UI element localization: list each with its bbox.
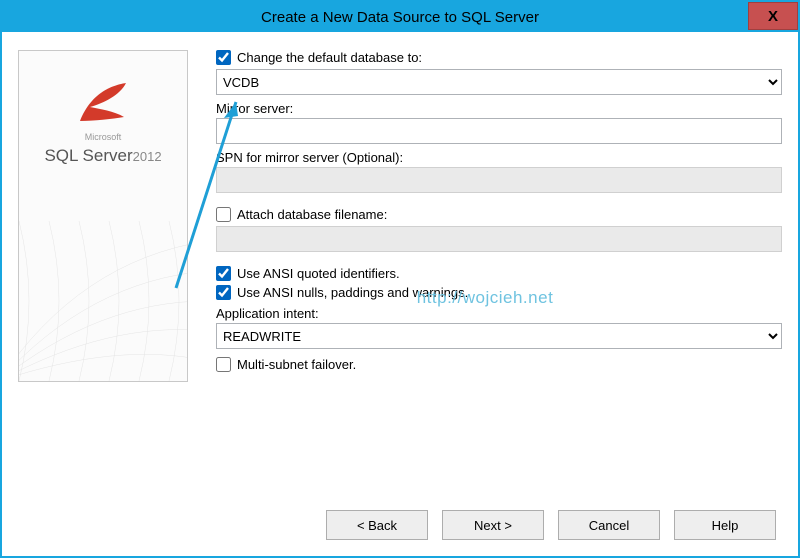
database-select[interactable]: VCDB [216, 69, 782, 95]
help-button[interactable]: Help [674, 510, 776, 540]
window-title: Create a New Data Source to SQL Server [261, 9, 539, 26]
ansi-nulls-label: Use ANSI nulls, paddings and warnings. [237, 285, 468, 300]
ansi-nulls-row: Use ANSI nulls, paddings and warnings. [216, 285, 782, 300]
multi-subnet-checkbox[interactable] [216, 357, 231, 372]
close-button[interactable]: X [748, 2, 798, 30]
app-intent-select[interactable]: READWRITE [216, 323, 782, 349]
close-icon: X [768, 8, 778, 25]
change-db-checkbox[interactable] [216, 50, 231, 65]
sidebar-branding: Microsoft SQL Server2012 [18, 50, 188, 382]
spn-input [216, 167, 782, 193]
ansi-quoted-label: Use ANSI quoted identifiers. [237, 266, 400, 281]
multi-subnet-label: Multi-subnet failover. [237, 357, 356, 372]
dialog-window: Create a New Data Source to SQL Server X… [0, 0, 800, 558]
dialog-body: Microsoft SQL Server2012 Change the defa… [2, 32, 798, 472]
titlebar: Create a New Data Source to SQL Server X [2, 2, 798, 32]
mirror-label: Mirror server: [216, 101, 782, 116]
sql-server-logo: Microsoft SQL Server2012 [19, 81, 187, 166]
attach-row: Attach database filename: [216, 207, 782, 222]
change-db-label: Change the default database to: [237, 50, 422, 65]
change-db-row: Change the default database to: [216, 50, 782, 65]
ansi-nulls-checkbox[interactable] [216, 285, 231, 300]
logo-vendor: Microsoft [19, 132, 187, 142]
cancel-button[interactable]: Cancel [558, 510, 660, 540]
attach-label: Attach database filename: [237, 207, 387, 222]
mesh-graphic [19, 221, 187, 381]
button-bar: < Back Next > Cancel Help [326, 510, 776, 540]
next-button[interactable]: Next > [442, 510, 544, 540]
sql-flag-icon [74, 81, 132, 125]
attach-checkbox[interactable] [216, 207, 231, 222]
app-intent-label: Application intent: [216, 306, 782, 321]
multi-subnet-row: Multi-subnet failover. [216, 357, 782, 372]
logo-product: SQL Server2012 [19, 146, 187, 166]
attach-input [216, 226, 782, 252]
ansi-quoted-row: Use ANSI quoted identifiers. [216, 266, 782, 281]
back-button[interactable]: < Back [326, 510, 428, 540]
spn-label: SPN for mirror server (Optional): [216, 150, 782, 165]
form-area: Change the default database to: VCDB Mir… [188, 50, 782, 472]
ansi-quoted-checkbox[interactable] [216, 266, 231, 281]
mirror-input[interactable] [216, 118, 782, 144]
